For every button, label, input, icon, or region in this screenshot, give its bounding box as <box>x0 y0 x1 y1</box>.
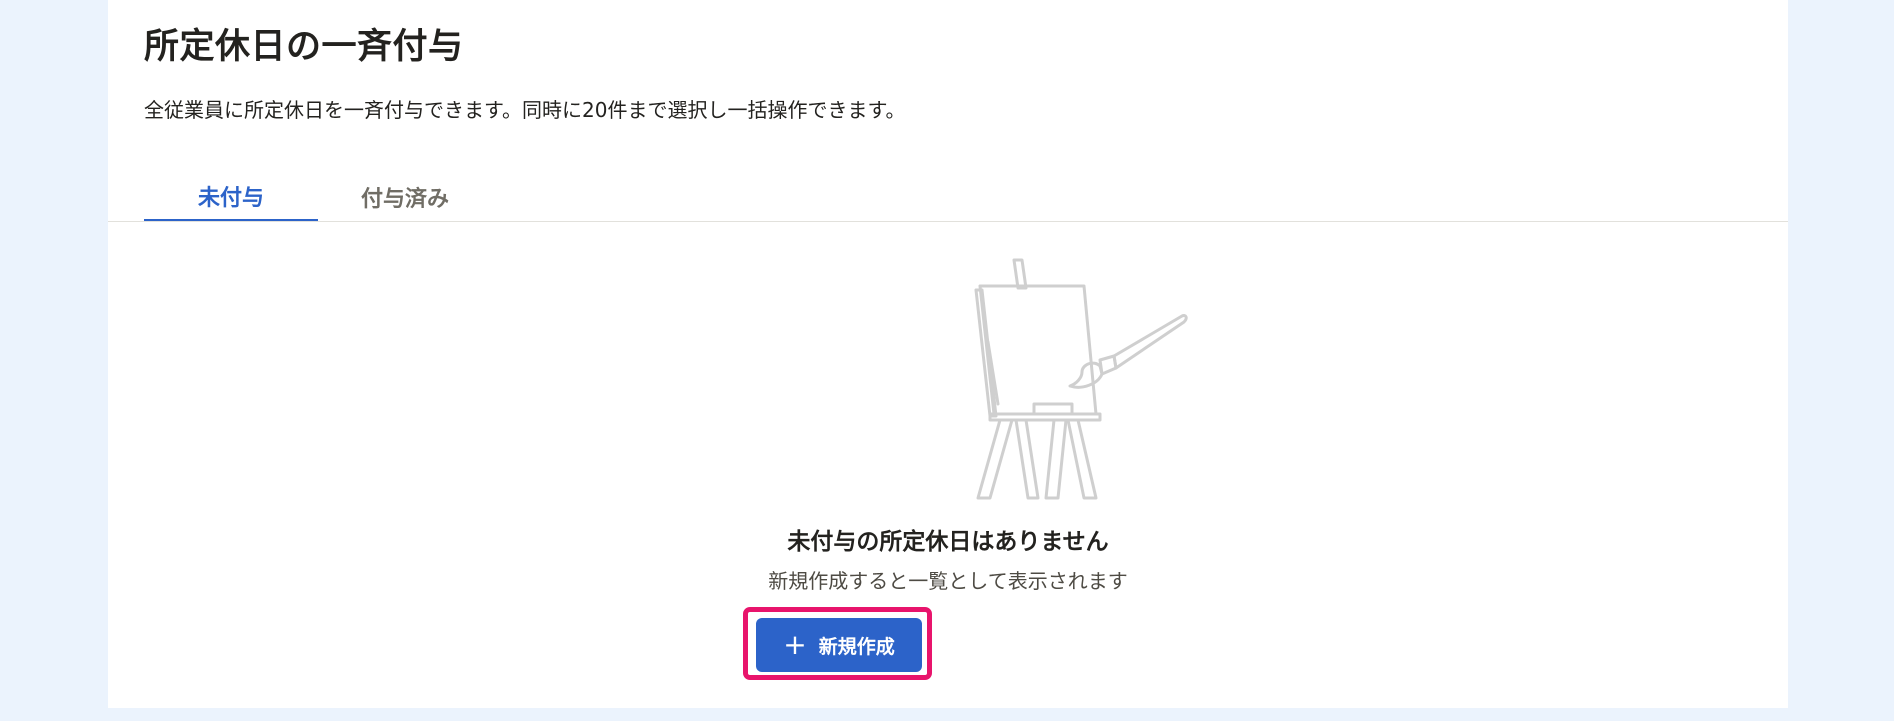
page-description: 全従業員に所定休日を一斉付与できます。同時に20件まで選択し一括操作できます。 <box>144 98 906 122</box>
new-create-button[interactable]: + 新規作成 <box>756 618 922 672</box>
empty-state-description: 新規作成すると一覧として表示されます <box>768 569 1128 593</box>
empty-state-title: 未付与の所定休日はありません <box>787 529 1109 555</box>
easel-paintbrush-icon <box>974 258 1188 500</box>
new-create-button-label: 新規作成 <box>818 635 895 658</box>
tab-unassigned[interactable]: 未付与 <box>144 172 318 222</box>
page-title: 所定休日の一斉付与 <box>144 27 464 67</box>
tab-divider <box>108 221 1788 222</box>
tab-bar: 未付与 付与済み <box>144 172 492 222</box>
plus-icon: + <box>783 628 807 661</box>
main-card: 所定休日の一斉付与 全従業員に所定休日を一斉付与できます。同時に20件まで選択し… <box>108 0 1788 708</box>
tab-assigned[interactable]: 付与済み <box>318 172 492 222</box>
